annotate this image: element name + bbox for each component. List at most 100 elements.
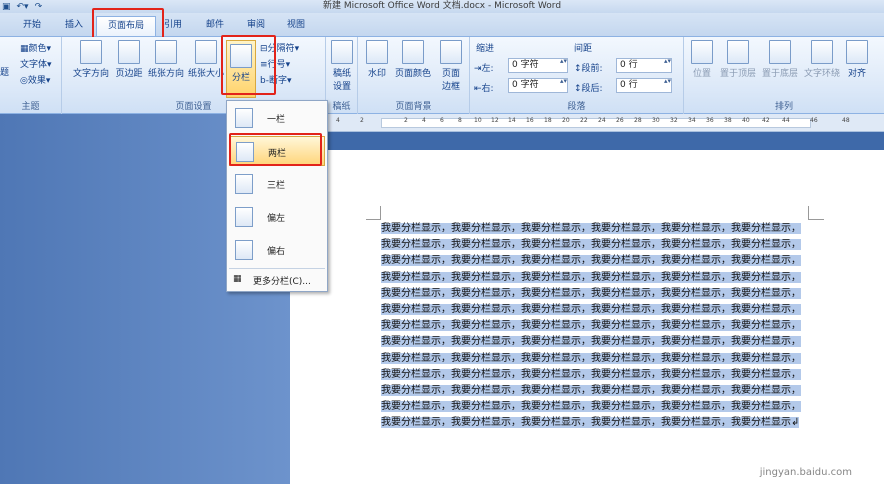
orientation-icon xyxy=(155,40,177,64)
tab-view[interactable]: 视图 xyxy=(278,16,314,36)
left-column-icon xyxy=(235,207,253,227)
position-icon xyxy=(691,40,713,64)
group-arrange: 位置 置于顶层 置于底层 文字环绕 对齐 排列 xyxy=(684,37,884,114)
send-to-back-icon xyxy=(769,40,791,64)
ruler-tick: 32 xyxy=(670,117,678,124)
ruler-tick: 10 xyxy=(474,117,482,124)
indent-left-input[interactable]: 0 字符 xyxy=(508,58,568,73)
ruler-tick: 46 xyxy=(810,117,818,124)
page-color-icon xyxy=(402,40,424,64)
watermark-button[interactable]: 水印 xyxy=(362,40,392,79)
effects-icon: ◎ xyxy=(20,76,28,86)
document-body-text[interactable]: 我要分栏显示，我要分栏显示，我要分栏显示，我要分栏显示，我要分栏显示，我要分栏显… xyxy=(381,221,808,432)
text-direction-button[interactable]: 文字方向 xyxy=(70,40,112,79)
bring-to-front-icon xyxy=(727,40,749,64)
text-wrapping-label: 文字环绕 xyxy=(803,69,840,79)
one-column-icon xyxy=(235,108,253,128)
spacing-before-label: ↕段前: xyxy=(574,64,603,74)
margins-icon xyxy=(118,40,140,64)
three-columns-icon xyxy=(235,174,253,194)
ribbon: 题 ▦颜色▾ 文字体▾ ◎效果▾ 主题 文字方向 页边距 纸张方向 纸张大小 分… xyxy=(0,37,884,114)
ruler-tick: 2 xyxy=(404,117,408,124)
right-column-icon xyxy=(235,240,253,260)
fonts-button[interactable]: 文字体▾ xyxy=(20,57,52,70)
effects-label: 效果 xyxy=(27,76,46,86)
group-label-page-background: 页面背景 xyxy=(395,102,432,112)
ruler-tick: 12 xyxy=(491,117,499,124)
colors-icon: ▦ xyxy=(20,44,29,54)
group-label-theme: 主题 xyxy=(21,102,40,112)
manuscript-settings-button[interactable]: 稿纸 设置 xyxy=(328,40,356,92)
tab-insert[interactable]: 插入 xyxy=(56,16,92,36)
menu-item-label: 更多分栏(C)... xyxy=(253,277,311,287)
margins-button[interactable]: 页边距 xyxy=(112,40,146,79)
size-button[interactable]: 纸张大小 xyxy=(186,40,226,79)
watermark-label: 水印 xyxy=(367,69,386,79)
orientation-label: 纸张方向 xyxy=(147,69,184,79)
ruler-tick: 20 xyxy=(562,117,570,124)
text-wrapping-icon xyxy=(811,40,833,64)
tab-mailings[interactable]: 邮件 xyxy=(196,16,234,36)
group-manuscript: 稿纸 设置 稿纸 xyxy=(326,37,358,114)
text-wrapping-button[interactable]: 文字环绕 xyxy=(802,40,842,79)
baidu-watermark: Bai度经验 xyxy=(711,431,836,461)
baidu-watermark-url: jingyan.baidu.com xyxy=(759,467,852,478)
page-borders-label: 页面 边框 xyxy=(441,69,460,92)
menu-item-label: 一栏 xyxy=(267,115,286,125)
size-icon xyxy=(195,40,217,64)
page-borders-button[interactable]: 页面 边框 xyxy=(436,40,466,92)
group-page-background: 水印 页面颜色 页面 边框 页面背景 xyxy=(358,37,470,114)
ruler-tick: 14 xyxy=(508,117,516,124)
position-button[interactable]: 位置 xyxy=(688,40,716,79)
group-paragraph: 缩进 间距 ⇥左: 0 字符 ⇤右: 0 字符 ↕段前: 0 行 ↕段后: 0 … xyxy=(470,37,684,114)
spacing-before-icon: ↕ xyxy=(574,64,582,74)
spacing-before-input[interactable]: 0 行 xyxy=(616,58,672,73)
indent-left-icon: ⇥ xyxy=(474,64,482,74)
menu-item-label: 偏左 xyxy=(267,214,286,224)
ruler-tick: 4 xyxy=(336,117,340,124)
send-to-back-label: 置于底层 xyxy=(761,69,798,79)
margins-label: 页边距 xyxy=(115,69,143,79)
align-icon xyxy=(846,40,868,64)
indent-right-icon: ⇤ xyxy=(474,84,482,94)
ruler-ticks: 4 2 2 4 6 8 10 12 14 16 18 20 22 24 26 2… xyxy=(290,114,884,132)
indent-right-label: ⇤右: xyxy=(474,84,494,94)
indent-right-input[interactable]: 0 字符 xyxy=(508,78,568,93)
indent-label: 缩进 xyxy=(476,44,495,54)
menu-item-left[interactable]: 偏左 xyxy=(229,202,325,232)
menu-item-right[interactable]: 偏右 xyxy=(229,235,325,265)
group-theme: 题 ▦颜色▾ 文字体▾ ◎效果▾ 主题 xyxy=(0,37,62,114)
ruler-tick: 22 xyxy=(580,117,588,124)
bring-to-front-button[interactable]: 置于顶层 xyxy=(718,40,758,79)
ruler-tick: 2 xyxy=(360,117,364,124)
page-color-button[interactable]: 页面颜色 xyxy=(392,40,434,79)
orientation-button[interactable]: 纸张方向 xyxy=(146,40,186,79)
tab-home[interactable]: 开始 xyxy=(12,16,52,36)
menu-item-three-columns[interactable]: 三栏 xyxy=(229,169,325,199)
text-direction-label: 文字方向 xyxy=(72,69,109,79)
menu-item-more-columns[interactable]: ▦ 更多分栏(C)... xyxy=(229,271,325,289)
menu-item-one-column[interactable]: 一栏 xyxy=(229,103,325,133)
ruler-tick: 28 xyxy=(634,117,642,124)
manuscript-label: 稿纸 设置 xyxy=(332,69,351,92)
align-button[interactable]: 对齐 xyxy=(844,40,870,79)
ruler-tick: 6 xyxy=(440,117,444,124)
menu-item-label: 三栏 xyxy=(267,181,286,191)
colors-button[interactable]: ▦颜色▾ xyxy=(20,41,51,54)
effects-button[interactable]: ◎效果▾ xyxy=(20,73,50,86)
ruler-tick: 16 xyxy=(526,117,534,124)
menu-separator xyxy=(229,268,325,269)
position-label: 位置 xyxy=(692,69,711,79)
group-label-manuscript: 稿纸 xyxy=(332,102,351,112)
menu-item-label: 偏右 xyxy=(267,247,286,257)
send-to-back-button[interactable]: 置于底层 xyxy=(760,40,800,79)
margin-mark-left xyxy=(380,206,381,220)
ruler-tick: 18 xyxy=(544,117,552,124)
theme-button[interactable]: 题 xyxy=(0,65,9,78)
ruler-tick: 30 xyxy=(652,117,660,124)
ruler-tick: 26 xyxy=(616,117,624,124)
spacing-after-input[interactable]: 0 行 xyxy=(616,78,672,93)
colors-label: 颜色 xyxy=(28,44,47,54)
tab-review[interactable]: 审阅 xyxy=(238,16,274,36)
spacing-after-label: ↕段后: xyxy=(574,84,603,94)
